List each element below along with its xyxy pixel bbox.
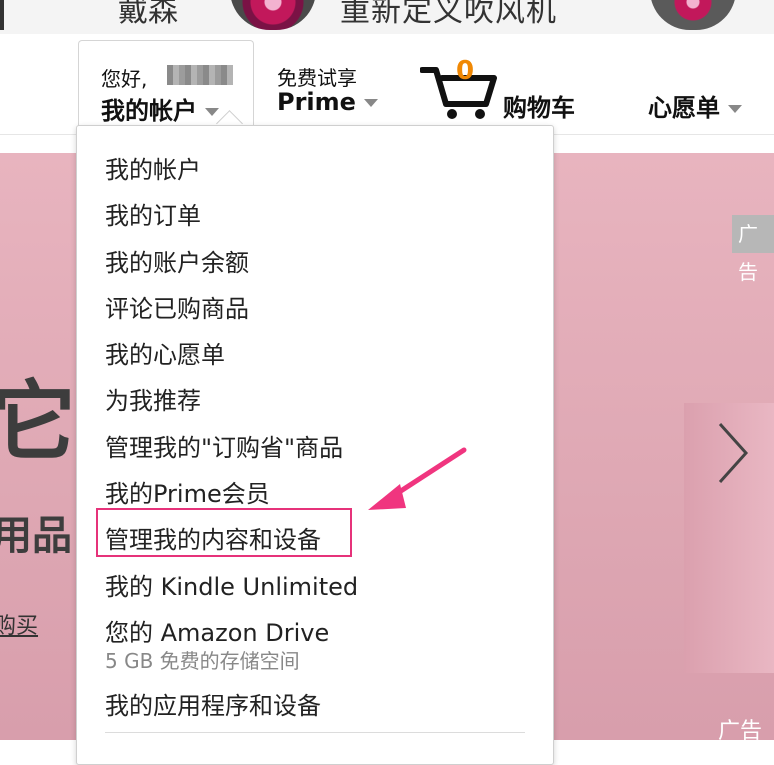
menu-item-recommendations[interactable]: 为我推荐 <box>105 383 358 429</box>
ad-tag-bottom: 广告 <box>718 719 763 744</box>
prime-menu-trigger[interactable]: Prime <box>277 88 378 116</box>
left-edge <box>0 0 4 30</box>
menu-item-wishlist[interactable]: 我的心愿单 <box>105 337 358 383</box>
wishlist-label: 心愿单 <box>648 94 720 122</box>
menu-divider <box>105 732 525 733</box>
chevron-down-icon <box>728 105 742 113</box>
menu-item-my-account[interactable]: 我的帐户 <box>105 152 358 198</box>
menu-item-review-purchases[interactable]: 评论已购商品 <box>105 291 358 337</box>
promo-brand-text: 戴森 <box>118 0 178 29</box>
highlight-box <box>96 508 352 557</box>
hair-dryer-image-2 <box>650 0 736 30</box>
greeting-text: 您好, <box>101 67 148 91</box>
menu-item-subscribe-save[interactable]: 管理我的"订购省"商品 <box>105 430 358 476</box>
cart-count: 0 <box>456 56 475 86</box>
nav-bar: 您好, 我的帐户 免费试享 Prime 0 购物车 心愿单 <box>0 34 774 135</box>
menu-item-apps-devices[interactable]: 我的应用程序和设备 <box>105 688 358 734</box>
prime-trial-text[interactable]: 免费试享 <box>277 62 357 91</box>
menu-item-account-balance[interactable]: 我的账户余额 <box>105 245 358 291</box>
account-label-text: 我的帐户 <box>101 97 197 125</box>
amazon-drive-label: 您的 Amazon Drive <box>105 618 330 647</box>
menu-item-kindle-unlimited[interactable]: 我的 Kindle Unlimited <box>105 569 358 615</box>
hero-headline: 它 <box>0 372 76 472</box>
account-label: 我的帐户 <box>101 91 219 126</box>
hero-subheadline: 用品 <box>0 513 72 559</box>
hair-dryer-image <box>230 0 316 30</box>
wishlist-menu-trigger[interactable]: 心愿单 <box>648 88 742 123</box>
amazon-drive-storage-note: 5 GB 免费的存储空间 <box>105 648 300 673</box>
chevron-down-icon <box>363 99 378 107</box>
menu-item-my-orders[interactable]: 我的订单 <box>105 198 358 244</box>
pointer-arrow-icon <box>368 447 467 510</box>
chevron-right-icon[interactable] <box>712 418 752 488</box>
user-name-redacted <box>167 65 233 85</box>
promo-tagline: 重新定义吹风机 <box>340 0 557 29</box>
hero-buy-link[interactable]: 购买 <box>0 608 38 640</box>
promo-banner[interactable]: 戴森 重新定义吹风机 <box>0 0 774 34</box>
prime-label: Prime <box>277 88 356 116</box>
chevron-down-icon <box>205 108 219 116</box>
ad-tag: 广告 <box>732 215 774 284</box>
menu-item-amazon-drive[interactable]: 您的 Amazon Drive 5 GB 免费的存储空间 <box>105 615 358 688</box>
cart-label[interactable]: 购物车 <box>503 88 575 123</box>
account-dropdown: 我的帐户 我的订单 我的账户余额 评论已购商品 我的心愿单 为我推荐 管理我的"… <box>76 125 554 765</box>
account-menu-list: 我的帐户 我的订单 我的账户余额 评论已购商品 我的心愿单 为我推荐 管理我的"… <box>105 152 358 734</box>
